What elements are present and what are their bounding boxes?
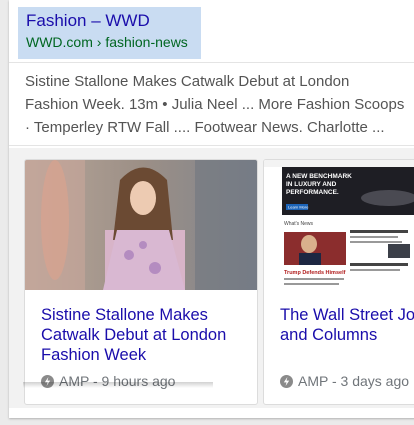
thumbnail-runway-image [25,160,257,290]
svg-text:What's News: What's News [284,221,314,227]
thumbnail-wsj-page: A NEW BENCHMARK IN LUXURY AND PERFORMANC… [264,160,414,290]
svg-text:IN LUXURY AND: IN LUXURY AND [286,181,337,188]
svg-text:Learn More: Learn More [288,205,309,210]
result-snippet: Sistine Stallone Makes Catwalk Debut at … [25,73,405,136]
divider [9,62,414,63]
news-carousel[interactable]: Sistine Stallone Makes Catwalk Debut at … [9,148,414,408]
result-header-highlight[interactable]: Fashion – WWD WWD.com › fashion-news [18,7,201,59]
result-title-link[interactable]: Fashion – WWD [26,11,150,31]
result-url: WWD.com › fashion-news [26,34,188,50]
news-card-wsj[interactable]: A NEW BENCHMARK IN LUXURY AND PERFORMANC… [263,159,414,405]
news-headline-link[interactable]: The Wall Street Journal Nixes Fashion an… [280,305,414,345]
scroll-shadow [23,382,213,388]
news-card-stallone[interactable]: Sistine Stallone Makes Catwalk Debut at … [24,159,258,405]
divider [9,145,414,146]
amp-bolt-icon [280,374,293,388]
news-headline-link[interactable]: Sistine Stallone Makes Catwalk Debut at … [41,305,257,365]
svg-text:Trump Defends Himself: Trump Defends Himself [284,270,346,276]
search-result-card: Fashion – WWD WWD.com › fashion-news Sis… [9,0,414,418]
news-meta: AMP - 3 days ago [280,373,409,389]
svg-text:PERFORMANCE.: PERFORMANCE. [286,189,339,196]
news-meta-text: AMP - 3 days ago [298,373,410,389]
svg-text:A NEW BENCHMARK: A NEW BENCHMARK [286,173,352,180]
